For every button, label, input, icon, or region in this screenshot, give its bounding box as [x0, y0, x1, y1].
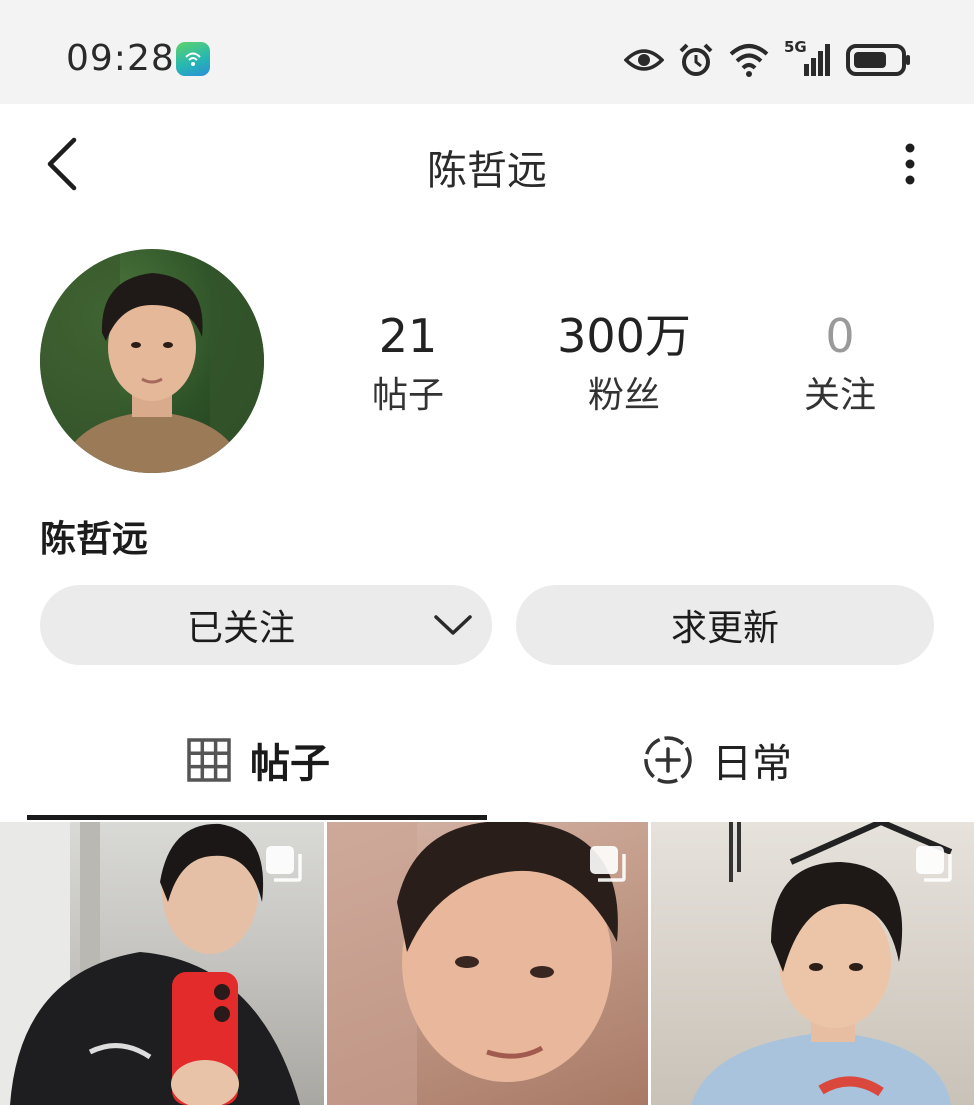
chevron-down-icon	[434, 615, 472, 635]
status-bar: 09:28 5G	[0, 0, 974, 104]
stat-posts-value: 21	[378, 309, 438, 363]
signal-icon	[804, 44, 830, 76]
add-circle-icon	[644, 736, 692, 784]
stat-following-value: 0	[825, 309, 855, 363]
stat-followers-value: 300万	[557, 309, 691, 363]
multiple-images-icon	[590, 846, 626, 882]
request-update-label: 求更新	[670, 608, 779, 649]
active-tab-indicator	[27, 815, 487, 820]
post-thumbnail[interactable]	[327, 822, 648, 1105]
status-time: 09:28	[66, 38, 175, 79]
app-notification-icon	[176, 42, 210, 76]
tab-posts[interactable]: 帖子	[186, 720, 330, 800]
stat-following[interactable]: 0 关注	[750, 306, 930, 418]
signal-indicator: 5G	[784, 38, 832, 78]
post-thumbnail[interactable]	[651, 822, 974, 1105]
more-options-button[interactable]	[890, 140, 930, 188]
alarm-icon	[679, 43, 713, 76]
tab-daily[interactable]: 日常	[642, 720, 792, 800]
grid-icon	[187, 738, 231, 782]
profile-avatar[interactable]	[40, 249, 264, 473]
battery-icon	[846, 44, 910, 76]
following-button-label: 已关注	[186, 608, 295, 649]
status-icons: 5G	[624, 38, 912, 80]
stat-posts-label: 帖子	[371, 375, 444, 416]
top-app-bar: 陈哲远	[0, 104, 974, 216]
multiple-images-icon	[266, 846, 302, 882]
more-vertical-icon	[905, 143, 915, 185]
multiple-images-icon	[916, 846, 952, 882]
stat-following-label: 关注	[803, 375, 876, 416]
page-title: 陈哲远	[427, 148, 547, 194]
profile-name: 陈哲远	[40, 519, 149, 560]
wifi-icon	[729, 44, 769, 77]
request-update-button[interactable]: 求更新	[516, 585, 934, 665]
stat-posts[interactable]: 21 帖子	[318, 306, 498, 418]
post-thumbnail[interactable]	[0, 822, 324, 1105]
stat-followers-label: 粉丝	[587, 375, 660, 416]
eye-icon	[624, 49, 664, 71]
stat-followers[interactable]: 300万 粉丝	[534, 306, 714, 418]
following-button[interactable]: 已关注	[40, 585, 492, 665]
tab-posts-label: 帖子	[250, 741, 330, 787]
tab-daily-label: 日常	[712, 741, 792, 787]
